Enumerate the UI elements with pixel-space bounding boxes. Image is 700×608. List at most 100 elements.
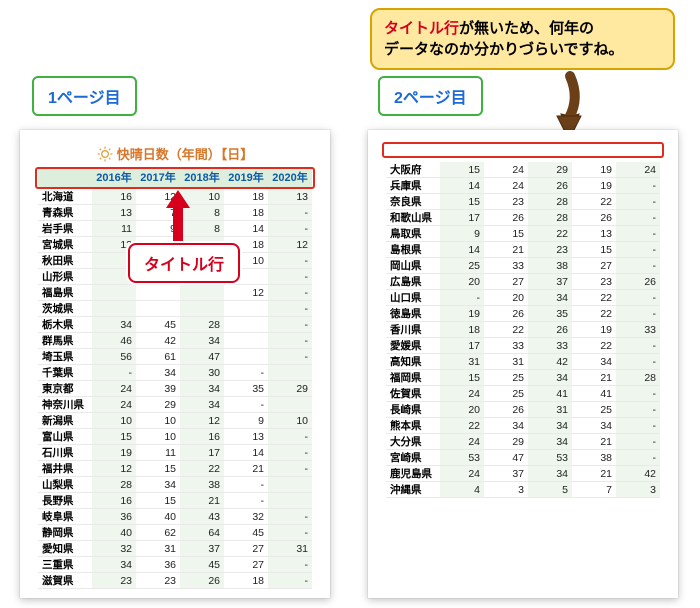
row-value: 45: [136, 317, 180, 333]
row-value: 13: [92, 205, 136, 221]
row-name: 埼玉県: [38, 349, 92, 365]
table-row: 静岡県40626445-: [38, 525, 312, 541]
row-value: 19: [440, 306, 484, 322]
callout-missing-title-row: タイトル行が無いため、何年の データなのか分かりづらいですね。: [370, 8, 675, 70]
row-name: 滋賀県: [38, 573, 92, 589]
sun-icon: [97, 146, 113, 165]
row-value: 26: [528, 178, 572, 194]
row-name: 佐賀県: [386, 386, 440, 402]
row-value: 29: [528, 162, 572, 178]
table-row: 三重県34364527-: [38, 557, 312, 573]
row-value: [268, 397, 312, 413]
table-row: 島根県14212315-: [386, 242, 660, 258]
row-value: 20: [440, 402, 484, 418]
row-value: 28: [180, 317, 224, 333]
table-row: 岐阜県36404332-: [38, 509, 312, 525]
row-value: 3: [616, 482, 660, 498]
table-title-text: 快晴日数（年間）【日】: [117, 147, 254, 162]
row-value: -: [616, 338, 660, 354]
header-2016: 2016年: [92, 169, 136, 187]
row-name: 三重県: [38, 557, 92, 573]
row-value: 34: [92, 317, 136, 333]
row-value: 42: [136, 333, 180, 349]
row-value: 31: [484, 354, 528, 370]
row-value: 64: [180, 525, 224, 541]
row-value: 53: [440, 450, 484, 466]
row-value: 12: [268, 237, 312, 253]
row-value: 33: [616, 322, 660, 338]
row-value: 34: [136, 365, 180, 381]
row-value: 24: [484, 162, 528, 178]
row-value: [268, 365, 312, 381]
header-2018: 2018年: [180, 169, 224, 187]
row-value: [224, 349, 268, 365]
header-2019: 2019年: [224, 169, 268, 187]
row-value: -: [224, 493, 268, 509]
row-value: 18: [224, 189, 268, 205]
row-name: 大阪府: [386, 162, 440, 178]
row-name: 静岡県: [38, 525, 92, 541]
header-2017: 2017年: [136, 169, 180, 187]
row-value: -: [616, 290, 660, 306]
page2-label: 2ページ目: [378, 76, 483, 116]
row-name: 山口県: [386, 290, 440, 306]
row-name: 長野県: [38, 493, 92, 509]
row-value: 41: [528, 386, 572, 402]
row-value: -: [268, 445, 312, 461]
row-name: 新潟県: [38, 413, 92, 429]
title-row-arrow-icon: [166, 190, 190, 249]
row-value: 47: [484, 450, 528, 466]
row-value: [224, 301, 268, 317]
row-value: 34: [92, 557, 136, 573]
row-value: [268, 477, 312, 493]
row-value: -: [616, 258, 660, 274]
row-value: 31: [268, 541, 312, 557]
table-row: 長野県161521-: [38, 493, 312, 509]
row-value: 15: [136, 493, 180, 509]
row-value: 14: [440, 242, 484, 258]
row-value: 27: [224, 557, 268, 573]
row-value: 15: [440, 370, 484, 386]
table-row: 山口県-203422-: [386, 290, 660, 306]
table-title: 快晴日数（年間）【日】: [38, 144, 312, 165]
row-value: 26: [180, 573, 224, 589]
row-value: 22: [180, 461, 224, 477]
row-value: 19: [572, 178, 616, 194]
row-value: [180, 285, 224, 301]
row-value: 27: [224, 541, 268, 557]
row-value: 34: [572, 354, 616, 370]
row-value: 15: [572, 242, 616, 258]
row-value: 5: [528, 482, 572, 498]
row-value: 17: [440, 338, 484, 354]
row-value: 25: [484, 386, 528, 402]
row-value: -: [268, 205, 312, 221]
row-value: 45: [180, 557, 224, 573]
row-value: -: [224, 365, 268, 381]
row-value: -: [616, 386, 660, 402]
row-value: 45: [224, 525, 268, 541]
row-value: 30: [180, 365, 224, 381]
row-value: 26: [484, 402, 528, 418]
table-row: 沖縄県43573: [386, 482, 660, 498]
row-value: 38: [572, 450, 616, 466]
table-row: 長崎県20263125-: [386, 402, 660, 418]
row-value: -: [268, 509, 312, 525]
row-value: 33: [484, 258, 528, 274]
row-value: 31: [528, 402, 572, 418]
row-value: 40: [136, 509, 180, 525]
row-value: 7: [572, 482, 616, 498]
row-value: 15: [440, 162, 484, 178]
row-value: 53: [528, 450, 572, 466]
row-value: 34: [180, 333, 224, 349]
row-value: 29: [136, 397, 180, 413]
row-value: 47: [180, 349, 224, 365]
row-value: 11: [136, 445, 180, 461]
row-value: 9: [440, 226, 484, 242]
row-name: 福井県: [38, 461, 92, 477]
row-value: 32: [224, 509, 268, 525]
callout-highlight: タイトル行: [384, 20, 459, 37]
table-row: 兵庫県14242619-: [386, 178, 660, 194]
row-name: 茨城県: [38, 301, 92, 317]
row-value: 22: [572, 194, 616, 210]
row-value: 29: [268, 381, 312, 397]
